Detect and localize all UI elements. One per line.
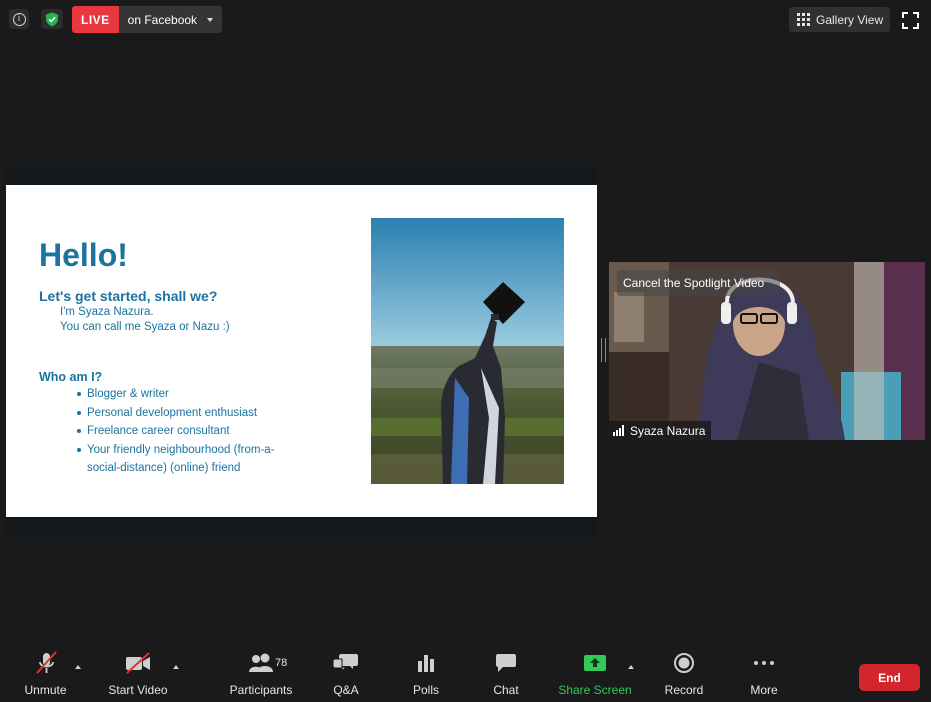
intro-line: I'm Syaza Nazura. [60,306,154,318]
signal-strength-icon [613,425,624,436]
share-screen-button[interactable]: Share Screen [558,648,632,702]
share-options-chevron-icon[interactable] [628,665,634,669]
chevron-down-icon [207,17,214,22]
meeting-toolbar: Unmute Start Video Participants 78 Q&A P… [0,648,931,702]
audio-options-chevron-icon[interactable] [75,665,81,669]
microphone-muted-icon [35,651,57,674]
live-target-dropdown[interactable]: on Facebook [118,6,223,33]
participants-label: Participants [229,683,293,697]
gallery-view-button[interactable]: Gallery View [789,7,890,32]
more-button[interactable]: More [748,648,780,702]
chat-label: Chat [493,683,519,697]
video-options-chevron-icon[interactable] [173,665,179,669]
polls-label: Polls [412,683,439,697]
live-stream-indicator[interactable]: LIVE on Facebook [72,6,223,33]
record-icon [674,653,694,673]
qa-label: Q&A [333,683,359,697]
end-meeting-button[interactable]: End [859,664,920,691]
fullscreen-icon[interactable] [902,12,919,29]
bullet-item: Blogger & writer [76,385,291,404]
bullet-item: Your friendly neighbourhood (from-a-soci… [76,441,291,478]
resize-handle[interactable] [601,338,606,362]
slide-intro: I'm Syaza Nazura. You can call me Syaza … [60,305,230,335]
slide-subtitle: Let's get started, shall we? [39,288,218,304]
meeting-info-button[interactable]: i [9,9,29,29]
slide-title: Hello! [39,237,128,273]
gallery-view-label: Gallery View [816,12,884,27]
grid-icon [797,13,810,26]
cancel-spotlight-button[interactable]: Cancel the Spotlight Video [617,270,780,296]
more-label: More [750,683,778,697]
video-camera-off-icon [126,652,150,674]
shield-icon [46,12,58,26]
record-button[interactable]: Record [664,648,704,702]
live-badge: LIVE [72,6,119,33]
qa-button[interactable]: Q&A [330,648,362,702]
more-dots-icon [754,661,774,665]
unmute-label: Unmute [24,683,67,697]
slide-bullet-list: Blogger & writer Personal development en… [76,385,291,478]
intro-line: You can call me Syaza or Nazu :) [60,321,230,333]
live-target-label: on Facebook [127,12,198,27]
record-label: Record [664,683,704,697]
polls-button[interactable]: Polls [410,648,442,702]
unmute-button[interactable]: Unmute [22,648,69,702]
security-shield-button[interactable] [41,9,63,29]
shared-screen: Hello! Let's get started, shall we? I'm … [6,167,597,536]
presentation-slide: Hello! Let's get started, shall we? I'm … [6,185,597,517]
start-video-label: Start Video [108,683,168,697]
chat-button[interactable]: Chat [490,648,522,702]
participant-name-tag: Syaza Nazura [609,421,712,440]
participant-name: Syaza Nazura [630,423,706,438]
start-video-button[interactable]: Start Video [107,648,169,702]
bullet-item: Personal development enthusiast [76,404,291,423]
chat-bubble-icon [496,654,516,672]
polls-bar-chart-icon [418,655,434,672]
participants-icon [249,653,273,672]
qa-speech-bubbles-icon [332,654,358,673]
bullet-item: Freelance career consultant [76,422,291,441]
slide-section-title: Who am I? [39,370,103,384]
share-screen-label: Share Screen [558,683,632,697]
info-icon: i [12,12,26,26]
participant-count: 78 [275,657,288,669]
graduation-photo [371,218,564,484]
spotlight-video[interactable]: Cancel the Spotlight Video Syaza Nazura [609,262,925,440]
share-screen-arrow-icon [584,655,606,671]
